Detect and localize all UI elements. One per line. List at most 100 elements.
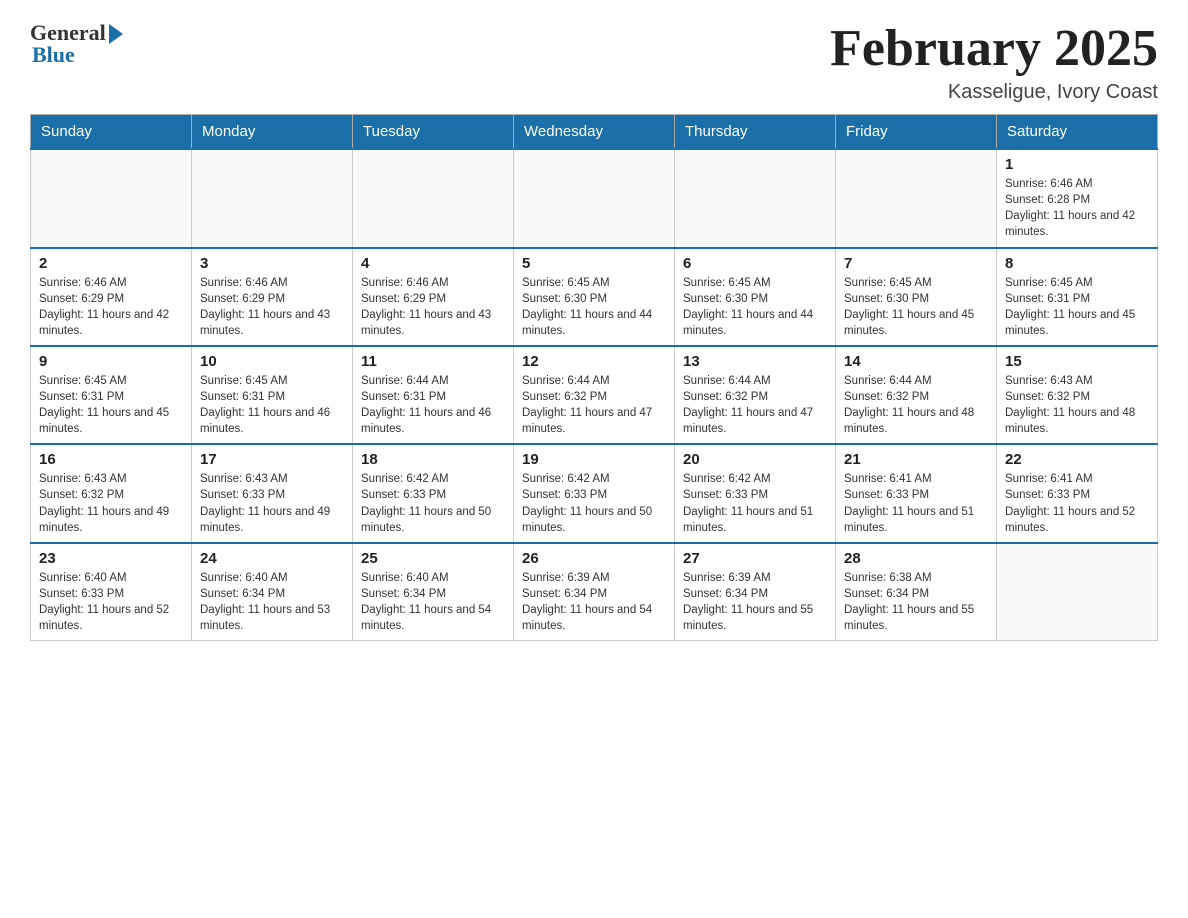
logo-blue-text: Blue [32,42,75,68]
calendar-day-cell: 7Sunrise: 6:45 AMSunset: 6:30 PMDaylight… [836,248,997,346]
calendar-day-cell: 28 Sunrise: 6:38 AMSunset: 6:34 PMDayligh… [836,543,997,641]
calendar-day-cell: 15 Sunrise: 6:43 AMSunset: 6:32 PMDayligh… [997,346,1158,444]
calendar-day-cell: 16Sunrise: 6:43 AMSunset: 6:32 PMDayligh… [31,444,192,542]
day-number: 9 [39,353,183,370]
day-info: Sunrise: 6:43 AMSunset: 6:32 PMDaylight:… [1005,373,1149,437]
calendar-day-cell: 13 Sunrise: 6:44 AMSunset: 6:32 PMDayligh… [675,346,836,444]
day-number: 22 [1005,451,1149,468]
calendar-day-header: Thursday [675,115,836,150]
calendar-day-cell: 2Sunrise: 6:46 AMSunset: 6:29 PMDaylight… [31,248,192,346]
calendar-day-cell [997,543,1158,641]
day-number: 6 [683,255,827,272]
day-info: Sunrise: 6:41 AMSunset: 6:33 PMDaylight:… [1005,471,1149,535]
day-info: Sunrise: 6:45 AMSunset: 6:31 PMDaylight:… [1005,275,1149,339]
day-number: 18 [361,451,505,468]
calendar-day-cell [514,149,675,247]
day-number: 25 [361,550,505,567]
calendar-day-header: Wednesday [514,115,675,150]
day-number: 4 [361,255,505,272]
calendar-day-header: Sunday [31,115,192,150]
location-text: Kasseligue, Ivory Coast [830,81,1158,104]
day-info: Sunrise: 6:39 AMSunset: 6:34 PMDaylight:… [683,570,827,634]
day-info: Sunrise: 6:44 AMSunset: 6:32 PMDaylight:… [522,373,666,437]
day-number: 26 [522,550,666,567]
calendar-day-cell: 5 Sunrise: 6:45 AMSunset: 6:30 PMDaylight… [514,248,675,346]
day-number: 14 [844,353,988,370]
day-number: 15 [1005,353,1149,370]
day-number: 10 [200,353,344,370]
calendar-day-header: Monday [192,115,353,150]
calendar-week-row: 2 Sunrise: 6:46 AMSunset: 6:29 PMDaylight… [31,248,1158,346]
day-number: 13 [683,353,827,370]
title-area: February 2025 Kasseligue, Ivory Coast [830,20,1158,104]
calendar-header-row: SundayMondayTuesdayWednesdayThursdayFrid… [31,115,1158,150]
calendar-day-cell: 26 Sunrise: 6:39 AMSunset: 6:34 PMDayligh… [514,543,675,641]
calendar-day-cell: 20 Sunrise: 6:42 AMSunset: 6:33 PMDayligh… [675,444,836,542]
calendar-day-cell: 17 Sunrise: 6:43 AMSunset: 6:33 PMDayligh… [192,444,353,542]
calendar-table: SundayMondayTuesdayWednesdayThursdayFrid… [30,114,1158,641]
calendar-day-cell: 14 Sunrise: 6:44 AMSunset: 6:32 PMDayligh… [836,346,997,444]
day-info: Sunrise: 6:45 AMSunset: 6:31 PMDaylight:… [39,373,183,437]
calendar-day-cell: 27Sunrise: 6:39 AMSunset: 6:34 PMDayligh… [675,543,836,641]
calendar-day-cell: 9 Sunrise: 6:45 AMSunset: 6:31 PMDaylight… [31,346,192,444]
day-info: Sunrise: 6:40 AMSunset: 6:34 PMDaylight:… [361,570,505,634]
day-info: Sunrise: 6:44 AMSunset: 6:31 PMDaylight:… [361,373,505,437]
day-number: 8 [1005,255,1149,272]
calendar-week-row: 9 Sunrise: 6:45 AMSunset: 6:31 PMDaylight… [31,346,1158,444]
calendar-week-row: 1 Sunrise: 6:46 AMSunset: 6:28 PMDaylight… [31,149,1158,247]
calendar-day-cell: 25 Sunrise: 6:40 AMSunset: 6:34 PMDayligh… [353,543,514,641]
day-number: 20 [683,451,827,468]
day-number: 28 [844,550,988,567]
day-info: Sunrise: 6:42 AMSunset: 6:33 PMDaylight:… [683,471,827,535]
day-info: Sunrise: 6:43 AMSunset: 6:33 PMDaylight:… [200,471,344,535]
calendar-day-header: Tuesday [353,115,514,150]
page-header: General Blue February 2025 Kasseligue, I… [30,20,1158,104]
day-number: 12 [522,353,666,370]
calendar-day-cell [353,149,514,247]
day-info: Sunrise: 6:44 AMSunset: 6:32 PMDaylight:… [683,373,827,437]
day-info: Sunrise: 6:41 AMSunset: 6:33 PMDaylight:… [844,471,988,535]
day-info: Sunrise: 6:44 AMSunset: 6:32 PMDaylight:… [844,373,988,437]
logo: General Blue [30,20,123,68]
calendar-day-cell: 18Sunrise: 6:42 AMSunset: 6:33 PMDayligh… [353,444,514,542]
day-number: 2 [39,255,183,272]
day-info: Sunrise: 6:46 AMSunset: 6:29 PMDaylight:… [200,275,344,339]
day-number: 19 [522,451,666,468]
calendar-day-cell: 23Sunrise: 6:40 AMSunset: 6:33 PMDayligh… [31,543,192,641]
calendar-day-cell: 21 Sunrise: 6:41 AMSunset: 6:33 PMDayligh… [836,444,997,542]
calendar-week-row: 16Sunrise: 6:43 AMSunset: 6:32 PMDayligh… [31,444,1158,542]
month-title: February 2025 [830,20,1158,77]
day-info: Sunrise: 6:45 AMSunset: 6:30 PMDaylight:… [522,275,666,339]
day-info: Sunrise: 6:46 AMSunset: 6:28 PMDaylight:… [1005,176,1149,240]
day-info: Sunrise: 6:45 AMSunset: 6:30 PMDaylight:… [844,275,988,339]
calendar-day-cell: 3 Sunrise: 6:46 AMSunset: 6:29 PMDaylight… [192,248,353,346]
calendar-day-cell [31,149,192,247]
day-info: Sunrise: 6:43 AMSunset: 6:32 PMDaylight:… [39,471,183,535]
calendar-day-cell: 24Sunrise: 6:40 AMSunset: 6:34 PMDayligh… [192,543,353,641]
logo-arrow-icon [109,24,123,44]
day-info: Sunrise: 6:39 AMSunset: 6:34 PMDaylight:… [522,570,666,634]
day-number: 24 [200,550,344,567]
calendar-day-cell [836,149,997,247]
day-info: Sunrise: 6:38 AMSunset: 6:34 PMDaylight:… [844,570,988,634]
calendar-day-cell: 6 Sunrise: 6:45 AMSunset: 6:30 PMDaylight… [675,248,836,346]
day-number: 23 [39,550,183,567]
day-info: Sunrise: 6:45 AMSunset: 6:30 PMDaylight:… [683,275,827,339]
calendar-day-cell: 22 Sunrise: 6:41 AMSunset: 6:33 PMDayligh… [997,444,1158,542]
day-number: 17 [200,451,344,468]
calendar-day-cell: 4 Sunrise: 6:46 AMSunset: 6:29 PMDaylight… [353,248,514,346]
day-info: Sunrise: 6:46 AMSunset: 6:29 PMDaylight:… [361,275,505,339]
calendar-day-cell: 1 Sunrise: 6:46 AMSunset: 6:28 PMDaylight… [997,149,1158,247]
day-number: 5 [522,255,666,272]
day-info: Sunrise: 6:45 AMSunset: 6:31 PMDaylight:… [200,373,344,437]
day-number: 1 [1005,156,1149,173]
calendar-day-header: Saturday [997,115,1158,150]
calendar-day-cell: 12 Sunrise: 6:44 AMSunset: 6:32 PMDayligh… [514,346,675,444]
day-number: 21 [844,451,988,468]
calendar-day-cell: 10 Sunrise: 6:45 AMSunset: 6:31 PMDayligh… [192,346,353,444]
calendar-day-cell: 19 Sunrise: 6:42 AMSunset: 6:33 PMDayligh… [514,444,675,542]
day-number: 3 [200,255,344,272]
day-info: Sunrise: 6:42 AMSunset: 6:33 PMDaylight:… [522,471,666,535]
calendar-day-cell: 8 Sunrise: 6:45 AMSunset: 6:31 PMDaylight… [997,248,1158,346]
calendar-day-header: Friday [836,115,997,150]
